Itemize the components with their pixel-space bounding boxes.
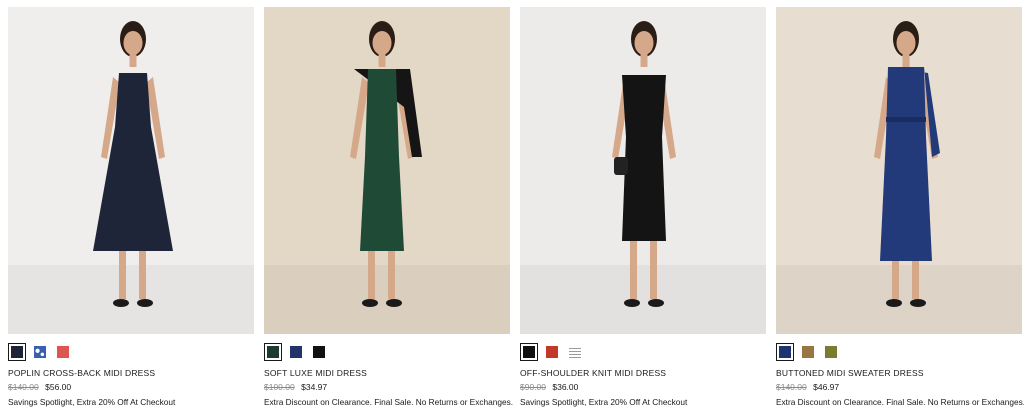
promo-text: Savings Spotlight, Extra 20% Off At Chec…: [8, 397, 176, 407]
product-photo: [520, 7, 766, 334]
color-swatch[interactable]: [543, 343, 561, 361]
product-name[interactable]: SOFT LUXE MIDI DRESS: [264, 368, 367, 378]
color-swatch[interactable]: [287, 343, 305, 361]
model-shoe-left: [886, 299, 902, 307]
model-shoe-right: [137, 299, 153, 307]
swatch-chip: [523, 346, 535, 358]
sale-price: $34.97: [301, 382, 328, 392]
swatch-chip: [802, 346, 814, 358]
color-swatch[interactable]: [31, 343, 49, 361]
swatch-chip: [569, 346, 581, 358]
color-swatch[interactable]: [8, 343, 26, 361]
original-price: $90.00: [520, 382, 546, 392]
swatch-chip: [34, 346, 46, 358]
swatch-chip: [57, 346, 69, 358]
color-swatch[interactable]: [776, 343, 794, 361]
photo-floor: [8, 265, 254, 334]
product-photo: [8, 7, 254, 334]
swatch-chip: [546, 346, 558, 358]
model-face: [634, 31, 654, 55]
model-face: [896, 31, 916, 55]
promo-text: Extra Discount on Clearance. Final Sale.…: [776, 397, 1024, 407]
clutch-bag: [614, 157, 628, 175]
model-shoe-left: [624, 299, 640, 307]
photo-floor: [520, 265, 766, 334]
price-row: $100.00 $34.97: [264, 382, 327, 392]
original-price: $140.00: [8, 382, 39, 392]
color-swatch[interactable]: [54, 343, 72, 361]
product-image[interactable]: [776, 7, 1022, 334]
product-name[interactable]: OFF-SHOULDER KNIT MIDI DRESS: [520, 368, 666, 378]
model-neck: [129, 53, 137, 67]
model-leg-left: [630, 237, 637, 299]
color-swatch[interactable]: [264, 343, 282, 361]
swatch-chip: [825, 346, 837, 358]
belt: [886, 117, 926, 122]
sale-price: $36.00: [552, 382, 579, 392]
model-shoe-right: [910, 299, 926, 307]
model-shoe-right: [386, 299, 402, 307]
swatch-chip: [11, 346, 23, 358]
promo-text: Extra Discount on Clearance. Final Sale.…: [264, 397, 514, 407]
swatch-chip: [290, 346, 302, 358]
original-price: $100.00: [264, 382, 295, 392]
model-face: [123, 31, 143, 55]
model-neck: [902, 53, 910, 67]
color-swatch[interactable]: [822, 343, 840, 361]
product-image[interactable]: [520, 7, 766, 334]
product-name[interactable]: POPLIN CROSS-BACK MIDI DRESS: [8, 368, 155, 378]
color-swatches: [776, 343, 840, 361]
color-swatch[interactable]: [799, 343, 817, 361]
model-neck: [378, 53, 386, 67]
product-photo: [776, 7, 1022, 334]
dress: [622, 75, 666, 241]
swatch-chip: [267, 346, 279, 358]
promo-text: Savings Spotlight, Extra 20% Off At Chec…: [520, 397, 688, 407]
sale-price: $46.97: [813, 382, 840, 392]
color-swatch[interactable]: [566, 343, 584, 361]
color-swatches: [264, 343, 328, 361]
price-row: $90.00 $36.00: [520, 382, 578, 392]
color-swatches: [520, 343, 584, 361]
dress: [880, 67, 932, 261]
swatch-chip: [779, 346, 791, 358]
color-swatches: [8, 343, 72, 361]
price-row: $140.00 $56.00: [8, 382, 71, 392]
product-card[interactable]: SOFT LUXE MIDI DRESS $100.00 $34.97 Extr…: [264, 7, 514, 413]
model-shoe-left: [362, 299, 378, 307]
color-swatch[interactable]: [310, 343, 328, 361]
model-leg-right: [650, 237, 657, 299]
swatch-chip: [313, 346, 325, 358]
original-price: $140.00: [776, 382, 807, 392]
model-face: [372, 31, 392, 55]
photo-floor: [264, 265, 510, 334]
price-row: $140.00 $46.97: [776, 382, 839, 392]
model-neck: [640, 53, 648, 67]
product-card[interactable]: POPLIN CROSS-BACK MIDI DRESS $140.00 $56…: [8, 7, 254, 413]
product-card[interactable]: OFF-SHOULDER KNIT MIDI DRESS $90.00 $36.…: [520, 7, 766, 413]
sale-price: $56.00: [45, 382, 72, 392]
product-image[interactable]: [264, 7, 510, 334]
product-name[interactable]: BUTTONED MIDI SWEATER DRESS: [776, 368, 924, 378]
product-grid: POPLIN CROSS-BACK MIDI DRESS $140.00 $56…: [8, 7, 1024, 413]
product-card[interactable]: BUTTONED MIDI SWEATER DRESS $140.00 $46.…: [776, 7, 1024, 413]
model-shoe-left: [113, 299, 129, 307]
product-photo: [264, 7, 510, 334]
product-image[interactable]: [8, 7, 254, 334]
color-swatch[interactable]: [520, 343, 538, 361]
model-shoe-right: [648, 299, 664, 307]
